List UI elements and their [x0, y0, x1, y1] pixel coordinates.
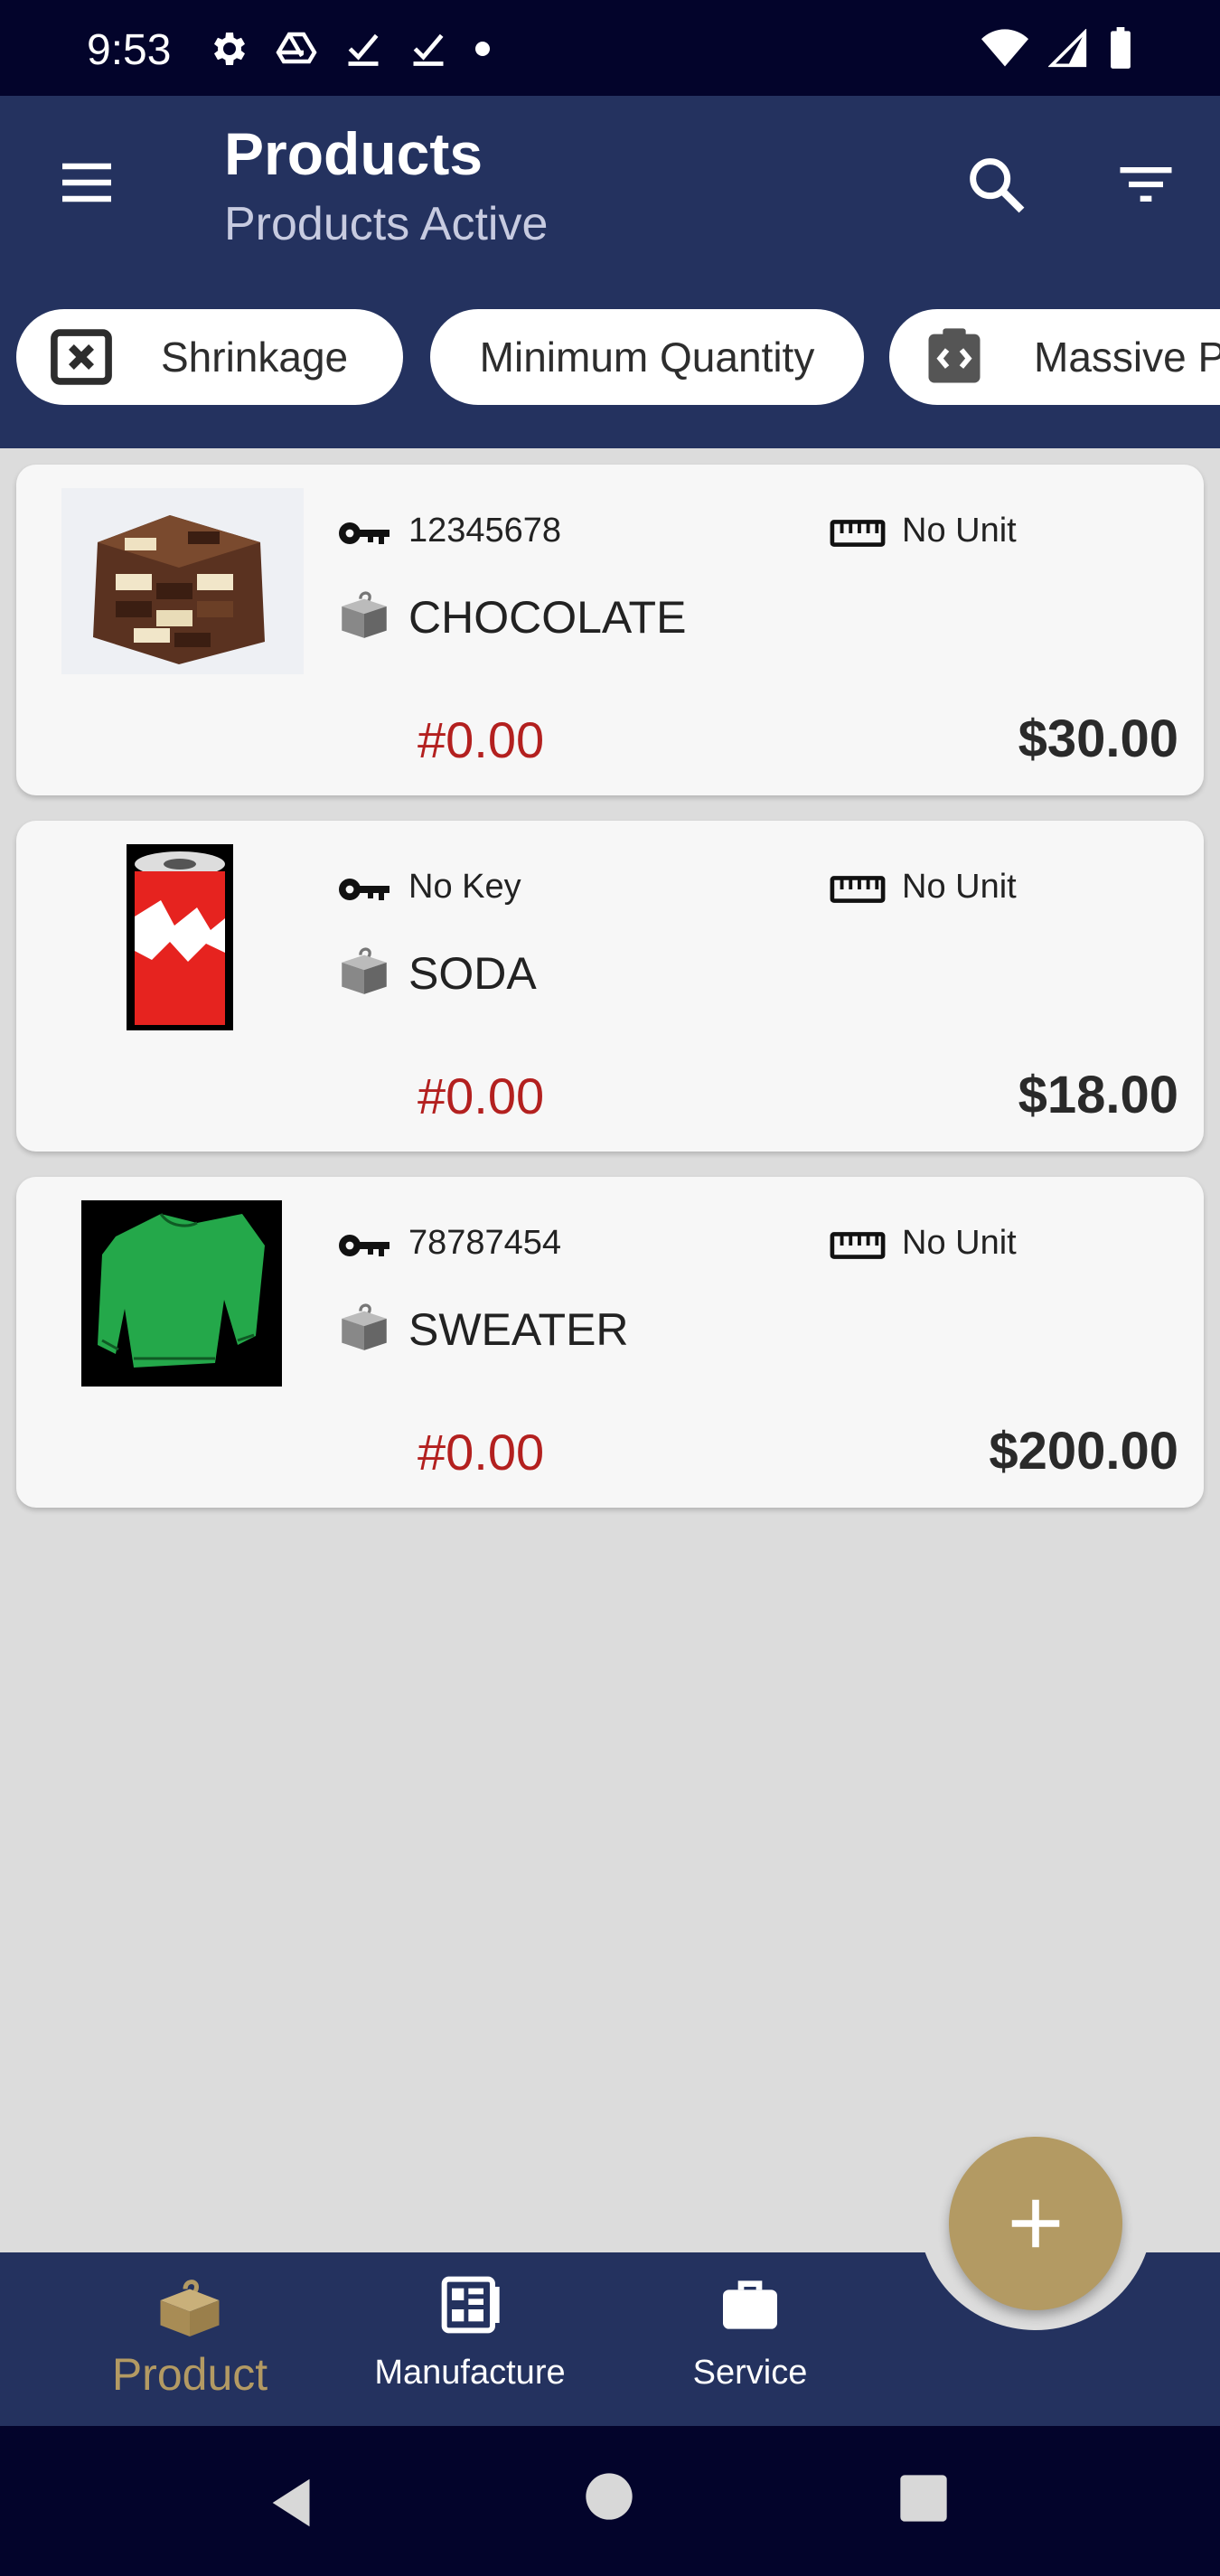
- app-bar: Products Products Active: [0, 96, 1220, 268]
- product-box-icon: [342, 1303, 387, 1350]
- nav-item-service[interactable]: Service: [651, 2252, 849, 2426]
- close-box-icon: [51, 329, 112, 385]
- manufacture-icon: [441, 2276, 500, 2334]
- recent-apps-icon[interactable]: [898, 2473, 949, 2524]
- product-key: 78787454: [408, 1224, 562, 1262]
- system-navigation-bar: [0, 2426, 1220, 2576]
- product-unit: No Unit: [902, 868, 1017, 906]
- key-icon: [339, 1235, 389, 1256]
- product-card[interactable]: No Key No Unit SODA #0.00 $18.00: [16, 821, 1204, 1152]
- key-icon: [339, 522, 389, 544]
- status-time: 9:53: [87, 26, 172, 74]
- chocolate-image: [61, 488, 304, 674]
- gear-icon: [214, 33, 245, 65]
- status-bar: 9:53: [0, 0, 1220, 96]
- sweater-image: [81, 1200, 282, 1387]
- ruler-icon: [830, 520, 886, 547]
- search-icon: [970, 158, 1025, 213]
- back-icon[interactable]: [262, 2471, 325, 2534]
- product-unit: No Unit: [902, 512, 1017, 550]
- ruler-icon: [830, 1232, 886, 1259]
- ruler-icon: [830, 876, 886, 903]
- filter-chip-row[interactable]: Shrinkage Minimum Quantity Massive P: [0, 268, 1220, 448]
- product-cost: #0.00: [418, 711, 545, 768]
- filter-button[interactable]: [1112, 150, 1180, 219]
- battery-icon: [1111, 27, 1131, 69]
- product-box-icon: [342, 947, 387, 994]
- drive-icon: [276, 32, 317, 64]
- product-card[interactable]: 12345678 No Unit CHOCOLATE #0.00 $30.00: [16, 465, 1204, 795]
- page-title: Products: [224, 120, 483, 187]
- plus-icon: [1011, 2199, 1060, 2248]
- product-box-icon: [160, 2280, 220, 2336]
- product-key: No Key: [408, 868, 521, 906]
- wifi-icon: [981, 29, 1028, 67]
- product-price: $18.00: [1018, 1066, 1178, 1124]
- status-system-icons: [981, 27, 1133, 71]
- product-card[interactable]: 78787454 No Unit SWEATER #0.00 $200.00: [16, 1177, 1204, 1508]
- add-product-button[interactable]: [949, 2137, 1122, 2310]
- nav-label: Service: [692, 2354, 808, 2392]
- check-icon: [413, 33, 444, 66]
- product-unit: No Unit: [902, 1224, 1017, 1262]
- nav-label: Product: [111, 2349, 268, 2400]
- product-key: 12345678: [408, 512, 562, 550]
- briefcase-icon: [723, 2280, 777, 2329]
- product-cost: #0.00: [418, 1067, 545, 1124]
- signal-icon: [1048, 29, 1087, 68]
- code-clipboard-icon: [928, 328, 981, 383]
- nav-item-product[interactable]: Product: [90, 2252, 289, 2426]
- chip-shrinkage[interactable]: Shrinkage: [16, 309, 403, 405]
- hamburger-menu-icon: [62, 163, 111, 202]
- chip-massive[interactable]: Massive P: [889, 309, 1220, 405]
- chip-minimum-quantity[interactable]: Minimum Quantity: [430, 309, 864, 405]
- product-box-icon: [342, 591, 387, 638]
- home-icon[interactable]: [584, 2471, 634, 2522]
- product-price: $30.00: [1018, 710, 1178, 768]
- product-name: SODA: [408, 948, 537, 999]
- dot-icon: [475, 42, 490, 56]
- product-name: CHOCOLATE: [408, 592, 687, 643]
- nav-label: Manufacture: [374, 2354, 566, 2392]
- product-cost: #0.00: [418, 1424, 545, 1481]
- key-icon: [339, 879, 389, 900]
- chip-label: Minimum Quantity: [479, 334, 815, 381]
- soda-can-image: [127, 844, 233, 1030]
- search-button[interactable]: [962, 150, 1030, 219]
- product-name: SWEATER: [408, 1304, 629, 1355]
- menu-button[interactable]: [54, 150, 119, 215]
- check-icon: [348, 33, 379, 66]
- chip-label: Shrinkage: [161, 334, 349, 381]
- status-notification-icons: [206, 27, 492, 71]
- nav-item-manufacture[interactable]: Manufacture: [371, 2252, 569, 2426]
- chip-label: Massive P: [1034, 334, 1220, 381]
- product-price: $200.00: [989, 1422, 1178, 1481]
- filter-icon: [1120, 167, 1172, 202]
- page-subtitle: Products Active: [224, 198, 549, 250]
